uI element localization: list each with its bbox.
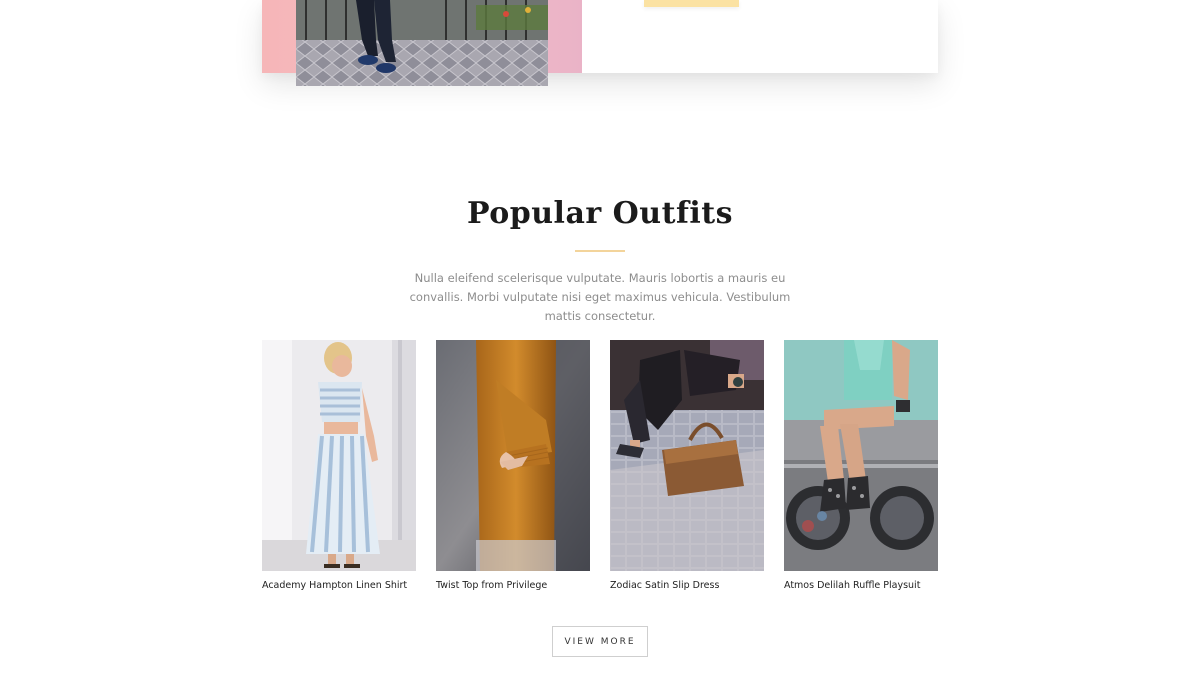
product-image[interactable] bbox=[262, 340, 416, 571]
product-image[interactable] bbox=[610, 340, 764, 571]
section-description: Nulla eleifend scelerisque vulputate. Ma… bbox=[409, 271, 791, 323]
product-card: Zodiac Satin Slip Dress bbox=[610, 340, 764, 591]
section-title: Popular Outfits bbox=[467, 196, 733, 231]
product-image[interactable] bbox=[436, 340, 590, 571]
title-divider bbox=[575, 250, 625, 252]
product-name[interactable]: Atmos Delilah Ruffle Playsuit bbox=[784, 580, 938, 591]
hero-photo bbox=[296, 0, 548, 86]
product-name[interactable]: Twist Top from Privilege bbox=[436, 580, 590, 591]
product-card: Twist Top from Privilege bbox=[436, 340, 590, 591]
product-name[interactable]: Academy Hampton Linen Shirt bbox=[262, 580, 416, 591]
product-card: Atmos Delilah Ruffle Playsuit bbox=[784, 340, 938, 591]
product-image[interactable] bbox=[784, 340, 938, 571]
hero-cta-button[interactable] bbox=[644, 0, 739, 7]
view-more-button[interactable]: VIEW MORE bbox=[552, 626, 648, 657]
product-name[interactable]: Zodiac Satin Slip Dress bbox=[610, 580, 764, 591]
product-card: Academy Hampton Linen Shirt bbox=[262, 340, 416, 591]
